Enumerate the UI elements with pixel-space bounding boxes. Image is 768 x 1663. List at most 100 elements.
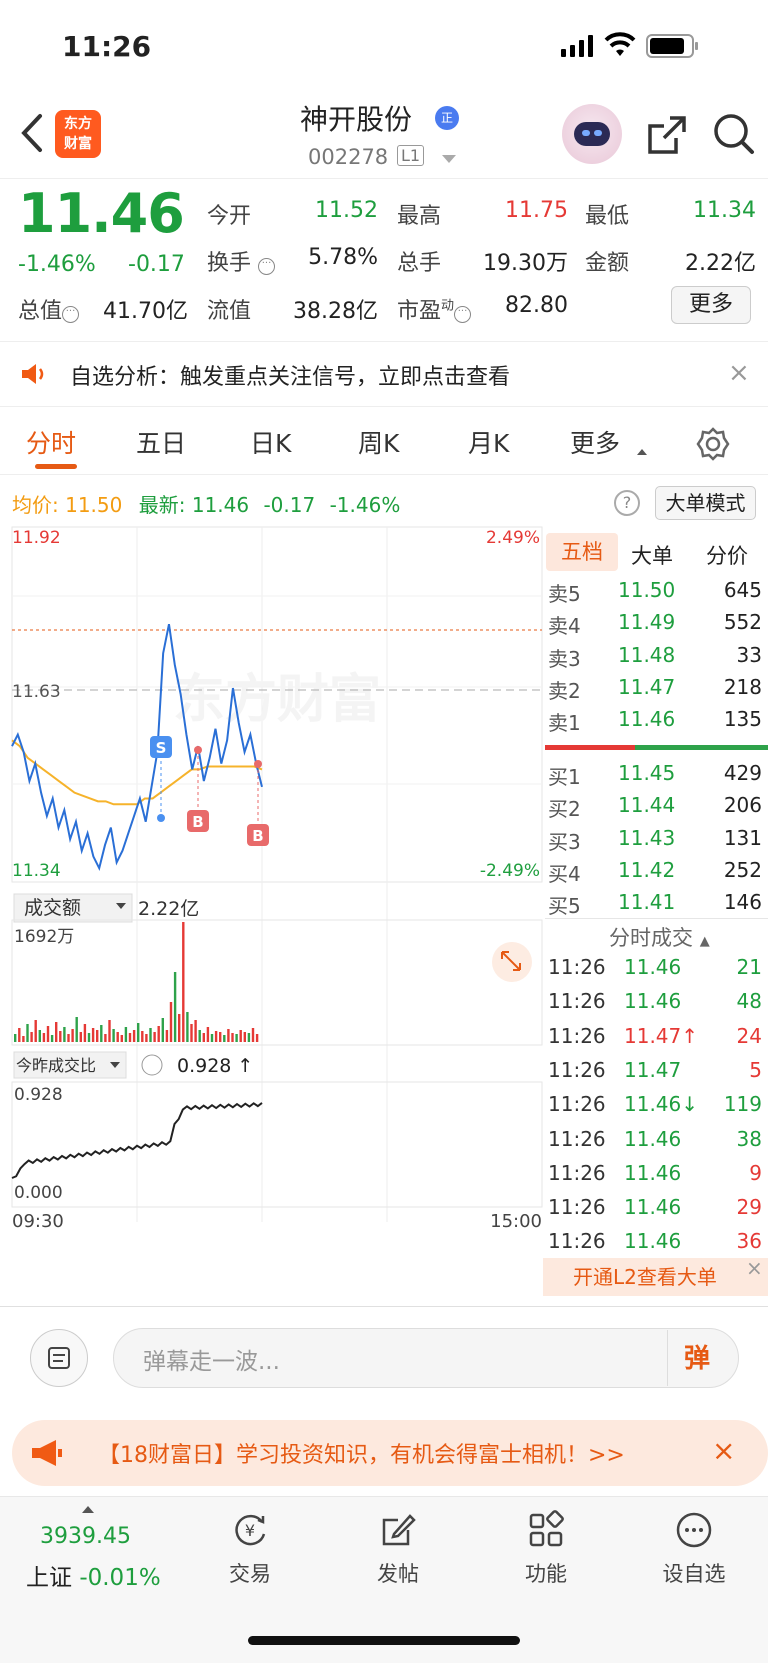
volume-bar [75,1017,78,1042]
float-value: 38.28亿 [293,299,378,324]
volume-bar [255,1034,259,1042]
level-badge[interactable]: L1 [397,145,425,166]
megaphone-icon [32,1440,62,1466]
tab-daily-k[interactable]: 日K [250,424,291,460]
volume-bar [231,1033,234,1042]
trade-price: 11.46 [624,989,682,1014]
trades-title[interactable]: 分时成交 ▲ [609,922,710,952]
nav-add-watchlist[interactable]: 设自选 [634,1510,754,1588]
tab-weekly-k[interactable]: 周K [358,424,399,460]
promo-text: 【18财富日】学习投资知识，有机会得富士相机！>> [98,1443,625,1468]
tab-big-orders[interactable]: 大单 [631,540,673,570]
bid-price: 11.44 [618,793,676,818]
search-icon[interactable] [712,112,756,158]
ask-row: 卖2 11.47 218 [548,675,762,704]
tab-five-day[interactable]: 五日 [136,424,186,460]
low-label: 最低 [585,204,630,229]
volume-bar [165,1030,169,1042]
ask-bid-bar [545,745,768,750]
tab-five-levels[interactable]: 五档 [546,533,618,571]
close-icon[interactable]: × [728,358,750,388]
trade-row: 11:26 11.47↑ 24 [548,1024,762,1048]
trade-time: 11:26 [548,1160,606,1185]
volume-bar [190,1024,193,1042]
ask-volume: 645 [723,578,762,602]
turnover-value: 5.78% [308,245,378,270]
bid-label: 买3 [548,829,581,854]
danmu-button[interactable]: 弹 [684,1338,710,1375]
volume-bar [206,1027,210,1042]
share-icon[interactable] [646,114,690,156]
bid-price: 11.42 [618,857,676,882]
trade-row: 11:26 11.46 29 [548,1195,762,1219]
volume-bar [63,1027,66,1042]
more-tab-arrow-icon [637,449,647,455]
back-button[interactable] [14,108,50,158]
nav-post[interactable]: 发帖 [338,1510,458,1588]
volume-bar [235,1034,238,1042]
ratio-bottom-label: 0.000 [14,1183,63,1203]
assistant-robot-icon[interactable] [562,104,622,164]
time-end-label: 15:00 [490,1211,542,1232]
trade-row: 11:26 11.46 38 [548,1127,762,1151]
index-value[interactable]: 3939.45 [40,1524,131,1549]
volume-label: 总手 [397,251,442,276]
svg-text:¥: ¥ [245,1521,255,1540]
ratio-selector: 今昨成交比 [16,1056,96,1075]
trade-volume: 29 [736,1195,762,1220]
pct-min-label: -2.49% [480,861,540,881]
more-button[interactable]: 更多 [671,286,751,324]
volume-bar [157,1026,160,1042]
trade-icon: ¥ [235,1514,266,1546]
ratio-value: 0.928 ↑ [177,1055,253,1077]
promo-close-icon[interactable]: × [712,1434,735,1467]
turnover-label: 换手 ··· [207,245,276,277]
signal-icon [561,35,595,57]
volume-bar [243,1032,246,1042]
volume-bar [132,1030,136,1042]
volume-bar [169,1002,173,1042]
trade-volume: 48 [736,989,762,1014]
ask-label: 卖3 [548,646,581,671]
index-label[interactable]: 上证 -0.01% [26,1558,161,1592]
settings-gear-icon[interactable] [696,427,730,461]
bid-row: 买5 11.41 146 [548,890,762,919]
bid-volume: 206 [723,793,762,818]
volume-bar [210,1034,214,1042]
volume-bar [149,1028,152,1042]
marker-dot [194,746,202,754]
nav-functions[interactable]: 功能 [486,1510,606,1588]
more-dots-icon [676,1512,712,1548]
bid-label: 买1 [548,765,581,789]
tab-price-split[interactable]: 分价 [706,540,748,570]
trade-time: 11:26 [548,955,606,979]
intraday-chart[interactable]: 东方财富 11.92 11.63 11.34 2.49% -2.49% S B B 成交额 2.22… [0,522,545,1308]
trade-volume: 9 [749,1160,762,1185]
ask-label: 卖5 [548,582,581,606]
marker-label-b: B [252,827,263,845]
tab-monthly-k[interactable]: 月K [468,424,509,460]
volume-bar [141,1031,144,1042]
volume-bar [96,1030,99,1042]
l2-close-icon[interactable]: × [746,1256,763,1280]
volume-bar [202,1033,205,1042]
comment-list-icon[interactable] [30,1329,88,1387]
big-order-mode-button[interactable]: 大单模式 [655,486,756,520]
trade-price: 11.46 [624,1126,682,1151]
pe-label: 市盈动 ··· [397,293,472,325]
open-l2-button[interactable]: 开通L2查看大单 [543,1258,768,1296]
low-value: 11.34 [693,198,756,223]
tab-more[interactable]: 更多 [570,424,620,460]
home-indicator [248,1636,520,1645]
volume-bar [50,1035,54,1042]
volume-bar [219,1032,222,1042]
avg-price-row: 均价: 11.50 最新: 11.46 -0.17 -1.46% [12,493,401,517]
ask-row: 卖5 11.50 645 [548,578,762,607]
marker-dot [254,760,262,768]
change-amount: -0.17 [128,252,185,277]
dropdown-icon[interactable] [442,155,456,163]
volume-max-label: 1692万 [14,927,74,947]
help-icon[interactable]: ? [614,490,640,516]
tab-intraday[interactable]: 分时 [26,424,76,460]
nav-trade[interactable]: ¥ 交易 [190,1510,310,1588]
